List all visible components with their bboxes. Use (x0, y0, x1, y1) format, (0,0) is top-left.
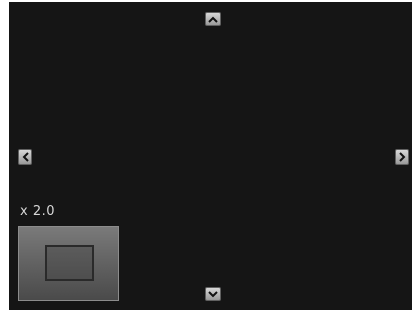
chevron-right-icon (398, 152, 405, 162)
navigator-viewport-frame[interactable] (45, 245, 94, 281)
pan-left-button[interactable] (18, 149, 32, 165)
chevron-left-icon (22, 152, 29, 162)
zoom-viewer-screen: x 2.0 (9, 2, 412, 310)
zoom-level-label: x 2.0 (20, 204, 55, 219)
chevron-down-icon (208, 290, 218, 297)
pan-down-button[interactable] (205, 287, 221, 301)
pan-up-button[interactable] (205, 12, 221, 26)
chevron-up-icon (208, 16, 218, 23)
pan-right-button[interactable] (395, 149, 409, 165)
zoom-navigator-thumbnail[interactable] (18, 226, 119, 301)
